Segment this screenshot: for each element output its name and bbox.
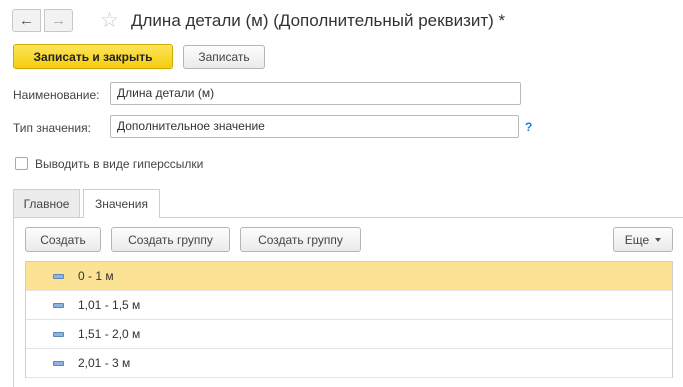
name-field[interactable]: Длина детали (м) <box>110 82 521 105</box>
favorite-star-icon[interactable]: ☆ <box>100 8 119 33</box>
more-button-label: Еще <box>624 232 650 247</box>
list-item[interactable]: 1,01 - 1,5 м <box>26 291 672 320</box>
list-item-text: 1,51 - 2,0 м <box>78 327 141 341</box>
values-list: 0 - 1 м 1,01 - 1,5 м 1,51 - 2,0 м 2,01 -… <box>25 261 673 378</box>
hyperlink-checkbox[interactable] <box>15 157 28 170</box>
help-icon[interactable]: ? <box>525 120 532 134</box>
create-group-button[interactable]: Создать группу <box>111 227 230 252</box>
item-icon <box>53 361 64 366</box>
list-item[interactable]: 0 - 1 м <box>26 262 672 291</box>
item-icon <box>53 332 64 337</box>
item-icon <box>53 303 64 308</box>
create-button[interactable]: Создать <box>25 227 101 252</box>
tab-main[interactable]: Главное <box>13 189 80 217</box>
back-button[interactable]: ← <box>12 9 41 32</box>
name-label: Наименование: <box>13 88 100 102</box>
more-button[interactable]: Еще <box>613 227 673 252</box>
tab-values[interactable]: Значения <box>83 189 160 218</box>
save-button[interactable]: Записать <box>183 45 265 69</box>
arrow-left-icon: ← <box>19 12 34 29</box>
list-item-text: 0 - 1 м <box>78 269 114 283</box>
list-item[interactable]: 2,01 - 3 м <box>26 349 672 378</box>
list-item-text: 2,01 - 3 м <box>78 356 131 370</box>
value-type-field[interactable]: Дополнительное значение <box>110 115 519 138</box>
value-type-label: Тип значения: <box>13 121 91 135</box>
page-title: Длина детали (м) (Дополнительный реквизи… <box>131 11 506 30</box>
list-item[interactable]: 1,51 - 2,0 м <box>26 320 672 349</box>
arrow-right-icon: → <box>51 12 66 29</box>
create-group-button-2[interactable]: Создать группу <box>240 227 361 252</box>
hyperlink-checkbox-label[interactable]: Выводить в виде гиперссылки <box>35 157 203 171</box>
caret-down-icon <box>655 237 662 242</box>
forward-button[interactable]: → <box>44 9 73 32</box>
save-and-close-button[interactable]: Записать и закрыть <box>13 44 173 69</box>
tab-main-label: Главное <box>23 196 70 211</box>
item-icon <box>53 274 64 279</box>
list-item-text: 1,01 - 1,5 м <box>78 298 141 312</box>
tab-values-label: Значения <box>94 197 149 211</box>
